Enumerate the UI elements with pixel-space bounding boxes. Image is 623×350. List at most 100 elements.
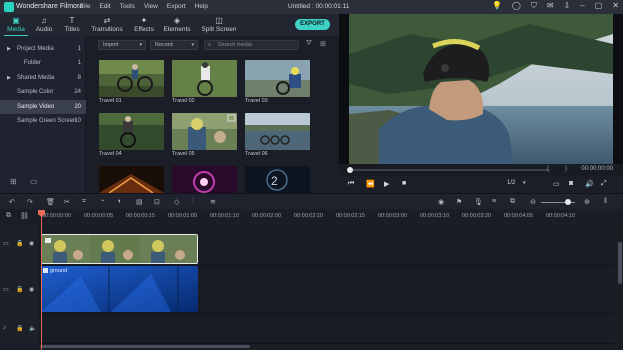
media-thumb-travel-02[interactable] — [172, 60, 237, 97]
zoom-out-icon[interactable]: ⊖ — [530, 198, 536, 206]
library-item-sample-video[interactable]: Sample Video 20 — [0, 100, 86, 114]
download-icon[interactable]: ⇩ — [564, 1, 571, 11]
close-icon[interactable]: ✕ — [612, 1, 619, 11]
tab-elements[interactable]: ◈ Elements — [161, 16, 193, 33]
menu-file[interactable]: File — [80, 3, 90, 10]
add-track-icon[interactable]: ⧉ — [6, 212, 11, 220]
lock-icon[interactable]: 🔒 — [16, 286, 23, 293]
expand-arrow-icon[interactable]: ▶ — [7, 42, 11, 56]
menu-export[interactable]: Export — [167, 3, 186, 10]
lightbulb-icon[interactable]: 💡 — [492, 1, 502, 11]
mark-in-button[interactable]: { — [547, 166, 549, 172]
volume-icon[interactable]: 🔊 — [585, 180, 594, 188]
lock-icon[interactable]: 🔒 — [16, 325, 23, 332]
media-thumb-row3-1[interactable] — [99, 166, 164, 193]
color-icon[interactable]: ◐ — [118, 198, 122, 205]
undo-icon[interactable]: ↶ — [9, 198, 15, 206]
progress-track[interactable] — [349, 169, 549, 171]
user-icon[interactable]: ◯ — [512, 1, 521, 11]
monitor-icon[interactable]: ▭ — [553, 180, 560, 188]
notification-icon[interactable]: ✉ — [547, 1, 554, 11]
library-item-sample-color[interactable]: Sample Color 24 — [0, 85, 86, 99]
timeline-vertical-scrollbar[interactable] — [617, 224, 623, 350]
step-back-icon[interactable]: ⏪ — [366, 180, 375, 188]
tab-media[interactable]: ▣ Media — [2, 16, 30, 36]
eye-icon[interactable]: ◉ — [29, 286, 34, 293]
library-item-sample-green-screen[interactable]: Sample Green Screen 10 — [0, 114, 86, 128]
voiceover-icon[interactable]: ≡ — [492, 198, 496, 205]
render-icon[interactable]: ◉ — [438, 198, 444, 206]
menu-help[interactable]: Help — [195, 3, 208, 10]
maximize-icon[interactable]: ▢ — [595, 1, 603, 11]
record-dropdown[interactable]: Record ▾ — [150, 40, 198, 50]
cut-icon[interactable]: ✂ — [64, 198, 70, 206]
grid-view-icon[interactable]: ⊞ — [320, 40, 326, 48]
split-audio-icon[interactable]: ≋ — [210, 198, 216, 206]
video-preview[interactable] — [349, 14, 613, 164]
tab-titles[interactable]: T Titles — [58, 16, 86, 33]
timeline-clip-ground[interactable]: ground — [41, 266, 198, 312]
playhead[interactable] — [41, 210, 42, 350]
media-thumb-travel-05[interactable] — [172, 113, 237, 150]
lock-icon[interactable]: 🔒 — [16, 240, 23, 247]
microphone-icon[interactable]: 🎙 — [474, 198, 483, 206]
library-item-folder[interactable]: Folder 1 — [0, 56, 86, 70]
scrollbar-thumb[interactable] — [618, 242, 622, 284]
stop-icon[interactable]: ■ — [402, 180, 406, 187]
skip-back-icon[interactable]: ⏮ — [348, 180, 354, 188]
cart-icon[interactable]: ⛉ — [531, 1, 537, 11]
tab-audio[interactable]: ♫ Audio — [30, 16, 58, 33]
redo-icon[interactable]: ↷ — [27, 198, 33, 206]
speed-icon[interactable]: ◔ — [100, 198, 104, 205]
keyframe-icon[interactable]: ◇ — [174, 198, 179, 206]
mark-out-button[interactable]: } — [565, 166, 567, 172]
marker-icon[interactable]: ⚑ — [456, 198, 462, 206]
pause-icon[interactable]: ‖ — [604, 198, 607, 205]
filter-icon[interactable]: ⛛ — [306, 40, 312, 48]
fullscreen-icon[interactable]: ⤢ — [601, 180, 607, 188]
zoom-slider-knob[interactable] — [565, 199, 572, 205]
timeline-ruler[interactable]: ⧉ ⛓ 00:00:00:00 00:00:00:05 00:00:00:15 … — [0, 209, 623, 224]
library-item-shared-media[interactable]: ▶ Shared Media 8 — [0, 71, 86, 85]
track-audio-1[interactable] — [38, 314, 615, 344]
speaker-icon[interactable]: 🔈 — [29, 325, 36, 332]
green-screen-icon[interactable]: ▤ — [136, 198, 143, 206]
scrollbar-thumb[interactable] — [40, 345, 250, 348]
tab-split-screen[interactable]: ◫ Split Screen — [200, 16, 238, 33]
timeline-clip-travel[interactable] — [41, 234, 198, 264]
minimize-icon[interactable]: – — [580, 1, 584, 11]
tab-effects[interactable]: ✦ Effects — [130, 16, 158, 33]
media-thumb-travel-03[interactable] — [245, 60, 310, 97]
import-dropdown[interactable]: Import ▾ — [98, 40, 146, 50]
export-button[interactable]: EXPORT — [295, 19, 330, 30]
fit-icon[interactable]: ⊡ — [154, 198, 160, 206]
media-thumb-row3-3[interactable]: 2 — [245, 166, 310, 193]
tab-transitions[interactable]: ⇄ Transitions — [90, 16, 124, 33]
link-icon[interactable]: ⛓ — [20, 212, 29, 220]
library-item-project-media[interactable]: ▶ Project Media 1 — [0, 42, 86, 56]
delete-icon[interactable]: 🗑 — [46, 198, 55, 206]
snap-icon[interactable]: ⧉ — [510, 198, 515, 206]
media-thumb-travel-01[interactable] — [99, 60, 164, 97]
eye-icon[interactable]: ◉ — [29, 240, 34, 247]
quality-select[interactable]: 1/2 — [507, 180, 515, 186]
crop-icon[interactable]: ⌗ — [82, 198, 86, 206]
progress-knob[interactable] — [347, 167, 353, 173]
search-input[interactable]: ⌕ Search media — [204, 40, 299, 50]
media-thumb-travel-04[interactable] — [99, 113, 164, 150]
audio-mixer-icon[interactable]: ⫶ — [192, 198, 194, 206]
media-thumb-travel-06[interactable] — [245, 113, 310, 150]
expand-arrow-icon[interactable]: ▶ — [7, 71, 11, 85]
menu-view[interactable]: View — [144, 3, 158, 10]
playback-progress[interactable]: { } 00:00:00:00 — [339, 164, 623, 176]
folder-icon[interactable]: ▭ — [30, 177, 38, 186]
zoom-in-icon[interactable]: ⊕ — [584, 198, 590, 206]
timeline-horizontal-scrollbar[interactable] — [40, 344, 615, 349]
media-thumb-row3-2[interactable] — [172, 166, 237, 193]
menu-edit[interactable]: Edit — [99, 3, 110, 10]
new-folder-icon[interactable]: ⊞ — [10, 177, 17, 186]
snapshot-icon[interactable]: ◙ — [569, 180, 573, 187]
menu-tools[interactable]: Tools — [120, 3, 135, 10]
play-icon[interactable]: ▶ — [384, 180, 389, 188]
chevron-down-icon[interactable]: ▾ — [523, 180, 526, 186]
